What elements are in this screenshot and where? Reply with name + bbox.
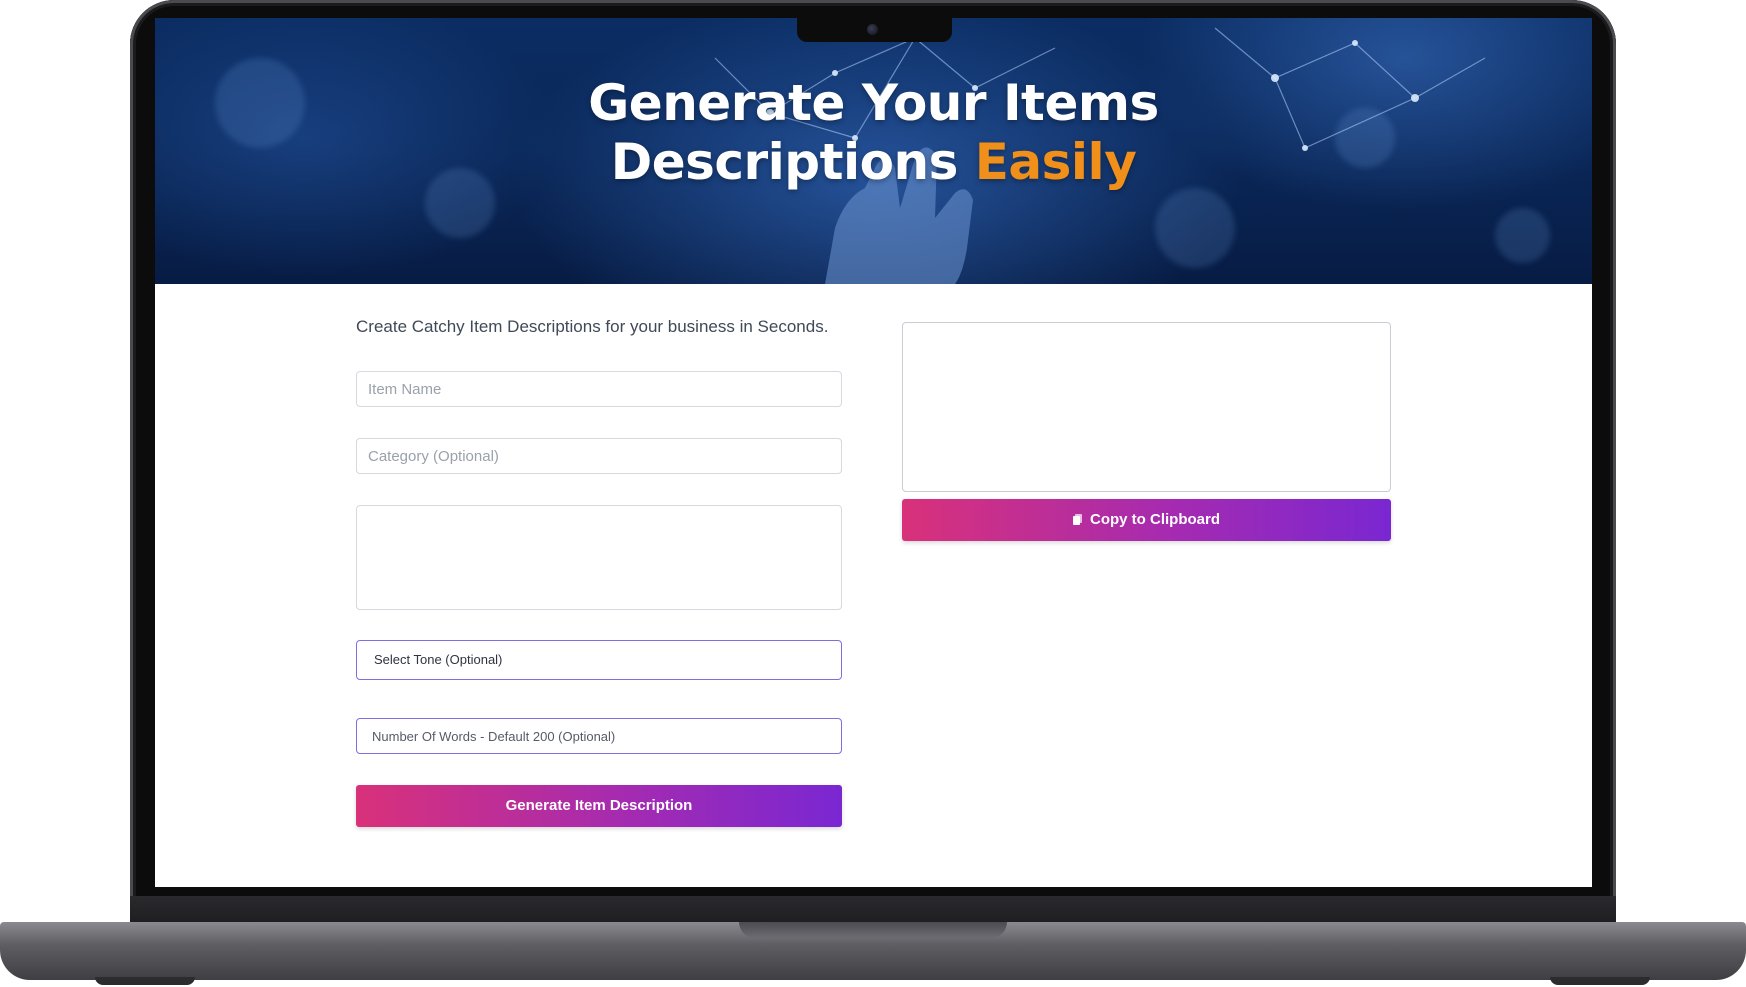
hero-title-accent: Easily bbox=[974, 133, 1137, 191]
tone-select-label: Select Tone (Optional) bbox=[374, 652, 503, 667]
laptop-hinge bbox=[130, 896, 1616, 924]
camera-notch bbox=[797, 18, 952, 42]
laptop-base-notch bbox=[739, 922, 1007, 938]
item-name-input[interactable] bbox=[356, 371, 842, 407]
laptop-foot bbox=[95, 977, 195, 985]
item-details-textarea[interactable] bbox=[356, 505, 842, 610]
camera-icon bbox=[867, 24, 878, 35]
word-count-input[interactable] bbox=[356, 718, 842, 754]
generate-description-button[interactable]: Generate Item Description bbox=[356, 785, 842, 827]
laptop-screen: Generate Your Items Descriptions Easily … bbox=[155, 18, 1592, 887]
copy-to-clipboard-button[interactable]: Copy to Clipboard bbox=[902, 499, 1391, 541]
output-textarea[interactable] bbox=[902, 322, 1391, 492]
copy-button-label: Copy to Clipboard bbox=[1090, 511, 1220, 528]
hero-title-line2: Descriptions Easily bbox=[155, 133, 1592, 192]
form-tagline: Create Catchy Item Descriptions for your… bbox=[356, 317, 829, 336]
tone-select[interactable]: Select Tone (Optional) bbox=[356, 640, 842, 680]
generate-button-label: Generate Item Description bbox=[505, 797, 693, 814]
category-input[interactable] bbox=[356, 438, 842, 474]
hero-title-line1: Generate Your Items bbox=[588, 74, 1159, 132]
hero-title: Generate Your Items Descriptions Easily bbox=[155, 74, 1592, 192]
hero-banner: Generate Your Items Descriptions Easily bbox=[155, 18, 1592, 284]
hero-title-main: Descriptions bbox=[610, 133, 959, 191]
laptop-foot bbox=[1550, 977, 1650, 985]
laptop-mockup: Generate Your Items Descriptions Easily … bbox=[0, 0, 1746, 987]
clipboard-icon bbox=[1073, 514, 1082, 525]
